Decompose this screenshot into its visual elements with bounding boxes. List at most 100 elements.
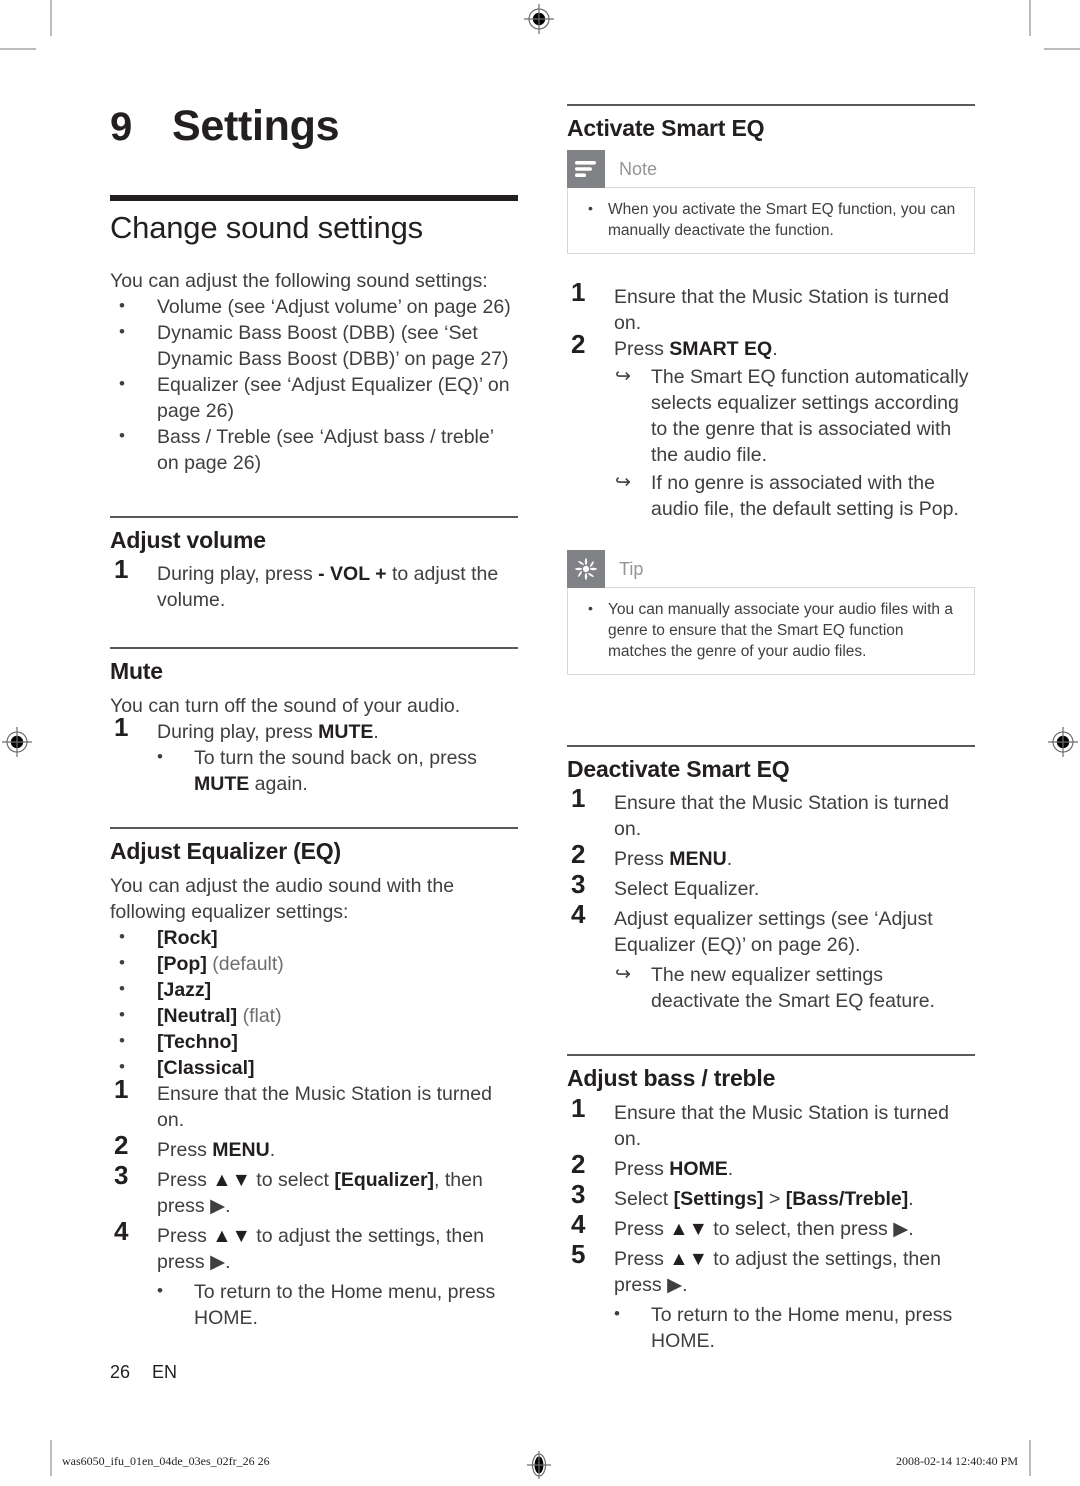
result-item: If no genre is associated with the audio…	[567, 470, 975, 522]
mute-intro: You can turn off the sound of your audio…	[110, 694, 461, 717]
nav-arrows-icon: ▲▼	[669, 1247, 708, 1270]
step-text-pre: Press	[614, 1247, 670, 1270]
key-label: MUTE	[194, 772, 250, 795]
list-item: [Techno]	[110, 1028, 518, 1055]
sub-text-post: .	[252, 1306, 258, 1329]
subsection-rule-adjust-bass-treble	[567, 1054, 975, 1057]
menu-target-bass-treble: [Bass/Treble]	[785, 1187, 909, 1210]
chapter-number: 9	[110, 105, 132, 149]
key-label: MUTE	[318, 720, 374, 743]
preset-note: (default)	[206, 952, 284, 975]
subsection-title-mute: Mute	[110, 658, 163, 685]
step-text-pre: Press	[614, 337, 670, 360]
subsection-rule-adjust-eq	[110, 826, 518, 829]
page-number: 26	[110, 1362, 131, 1382]
step-item: During play, press MUTE.	[110, 714, 518, 745]
subsection-title-activate-smart-eq: Activate Smart EQ	[567, 115, 765, 141]
tip-callout-label: Tip	[619, 558, 644, 579]
preset-name: [Techno]	[157, 1030, 238, 1053]
step-text-post: .	[726, 848, 733, 871]
step-text-pre: During play, press	[157, 563, 319, 586]
adjust-bass-treble-sub-list: To return to the Home menu, press HOME.	[567, 1301, 975, 1354]
list-item: Bass / Treble (see ‘Adjust bass / treble…	[110, 423, 518, 476]
note-callout: Note When you activate the Smart EQ func…	[567, 149, 975, 254]
preset-name: [Jazz]	[157, 978, 212, 1001]
step-text-pre: During play, press	[157, 720, 319, 743]
sound-settings-list: Volume (see ‘Adjust volume’ on page 26) …	[110, 293, 518, 476]
sub-text-post: .	[709, 1329, 715, 1352]
step-text-pre: Press	[614, 1217, 670, 1240]
nav-arrows-icon: ▲▼	[212, 1224, 251, 1247]
note-callout-body: When you activate the Smart EQ function,…	[567, 186, 975, 254]
tip-callout-header: Tip	[567, 549, 975, 588]
adjust-eq-steps: Ensure that the Music Station is turned …	[110, 1076, 518, 1275]
folio: 26 EN	[110, 1362, 177, 1383]
adjust-bass-treble-steps: Ensure that the Music Station is turned …	[567, 1095, 975, 1298]
result-item: The Smart EQ function automatically sele…	[567, 364, 975, 468]
step-text-pre: Press	[614, 848, 670, 871]
note-item: When you activate the Smart EQ function,…	[582, 198, 960, 241]
key-label: HOME	[651, 1329, 710, 1352]
step-text-post: .	[908, 1187, 914, 1210]
step-text-post: .	[727, 1157, 734, 1180]
activate-smart-eq-results: The Smart EQ function automatically sele…	[567, 364, 975, 522]
step-text-pre: Select	[614, 1187, 674, 1210]
step-item: Press ▲▼ to adjust the settings, then pr…	[110, 1218, 518, 1275]
step-text-pre: Press	[157, 1168, 213, 1191]
note-callout-header: Note	[567, 149, 975, 188]
step-item: Adjust equalizer settings (see ‘Adjust E…	[571, 901, 933, 957]
subsection-rule-adjust-volume	[110, 515, 518, 518]
step-item: Ensure that the Music Station is turned …	[571, 1095, 949, 1150]
step-text-mid: to select	[250, 1168, 335, 1191]
nav-arrows-icon: ▲▼	[669, 1217, 708, 1240]
note-lines-icon	[567, 149, 605, 188]
key-label: MENU	[669, 848, 727, 871]
sound-settings-intro: You can adjust the following sound setti…	[110, 269, 488, 292]
subsection-title-adjust-bass-treble: Adjust bass / treble	[567, 1065, 776, 1092]
list-item: [Rock]	[110, 924, 518, 951]
step-item: During play, press - VOL + to adjust the…	[110, 556, 518, 613]
key-label: MENU	[212, 1138, 270, 1161]
menu-target: [Equalizer]	[334, 1168, 435, 1191]
nav-arrows-icon: ▲▼	[212, 1168, 251, 1191]
section-title-change-sound-settings: Change sound settings	[110, 210, 423, 246]
step-item: Press ▲▼ to adjust the settings, then pr…	[567, 1241, 975, 1298]
step-item: Select Equalizer.	[571, 871, 760, 901]
key-label: SMART EQ	[669, 337, 773, 360]
subsection-title-adjust-eq: Adjust Equalizer (EQ)	[110, 837, 341, 864]
step-text-pre: Press	[614, 1157, 670, 1180]
step-item: Press HOME.	[567, 1151, 975, 1182]
subsection-title-adjust-volume: Adjust volume	[110, 526, 266, 553]
language-code: EN	[152, 1362, 178, 1382]
tip-callout: Tip You can manually associate your audi…	[567, 549, 975, 675]
tip-item: You can manually associate your audio fi…	[582, 598, 960, 662]
sub-text-pre: To return to the Home menu, press	[651, 1303, 953, 1326]
list-item: To return to the Home menu, press HOME.	[110, 1278, 518, 1331]
activate-smart-eq-steps: Ensure that the Music Station is turned …	[567, 279, 975, 362]
step-item: Ensure that the Music Station is turned …	[571, 785, 949, 841]
chapter-title: Settings	[172, 102, 340, 150]
subsection-rule-activate-smart-eq	[567, 104, 975, 106]
menu-target-settings: [Settings]	[673, 1187, 764, 1210]
note-callout-label: Note	[619, 158, 658, 179]
step-item: Press MENU.	[567, 841, 975, 872]
step-item: Press SMART EQ.	[567, 331, 975, 362]
step-item: Select [Settings] > [Bass/Treble].	[567, 1181, 975, 1212]
subsection-rule-deactivate-smart-eq	[567, 744, 975, 747]
key-label: HOME	[669, 1157, 728, 1180]
deactivate-smart-eq-results: The new equalizer settings deactivate th…	[567, 962, 975, 1014]
preset-name: [Rock]	[157, 926, 218, 949]
list-item: Equalizer (see ‘Adjust Equalizer (EQ)’ o…	[110, 371, 518, 424]
adjust-volume-steps: During play, press - VOL + to adjust the…	[110, 556, 518, 613]
list-item: To return to the Home menu, press HOME.	[567, 1301, 975, 1354]
list-item: [Jazz]	[110, 976, 518, 1003]
preset-name: [Classical]	[157, 1056, 255, 1079]
list-item: [Classical]	[110, 1054, 518, 1081]
subsection-rule-mute	[110, 647, 518, 650]
sub-text-pre: To return to the Home menu, press	[194, 1280, 496, 1303]
step-text-pre: Press	[157, 1138, 213, 1161]
tip-asterisk-icon	[567, 549, 605, 588]
footer-timestamp: 2008-02-14 12:40:40 PM	[895, 1454, 1018, 1468]
subsection-title-deactivate-smart-eq: Deactivate Smart EQ	[567, 755, 790, 782]
step-item: Press ▲▼ to select, then press ▶.	[567, 1211, 975, 1242]
